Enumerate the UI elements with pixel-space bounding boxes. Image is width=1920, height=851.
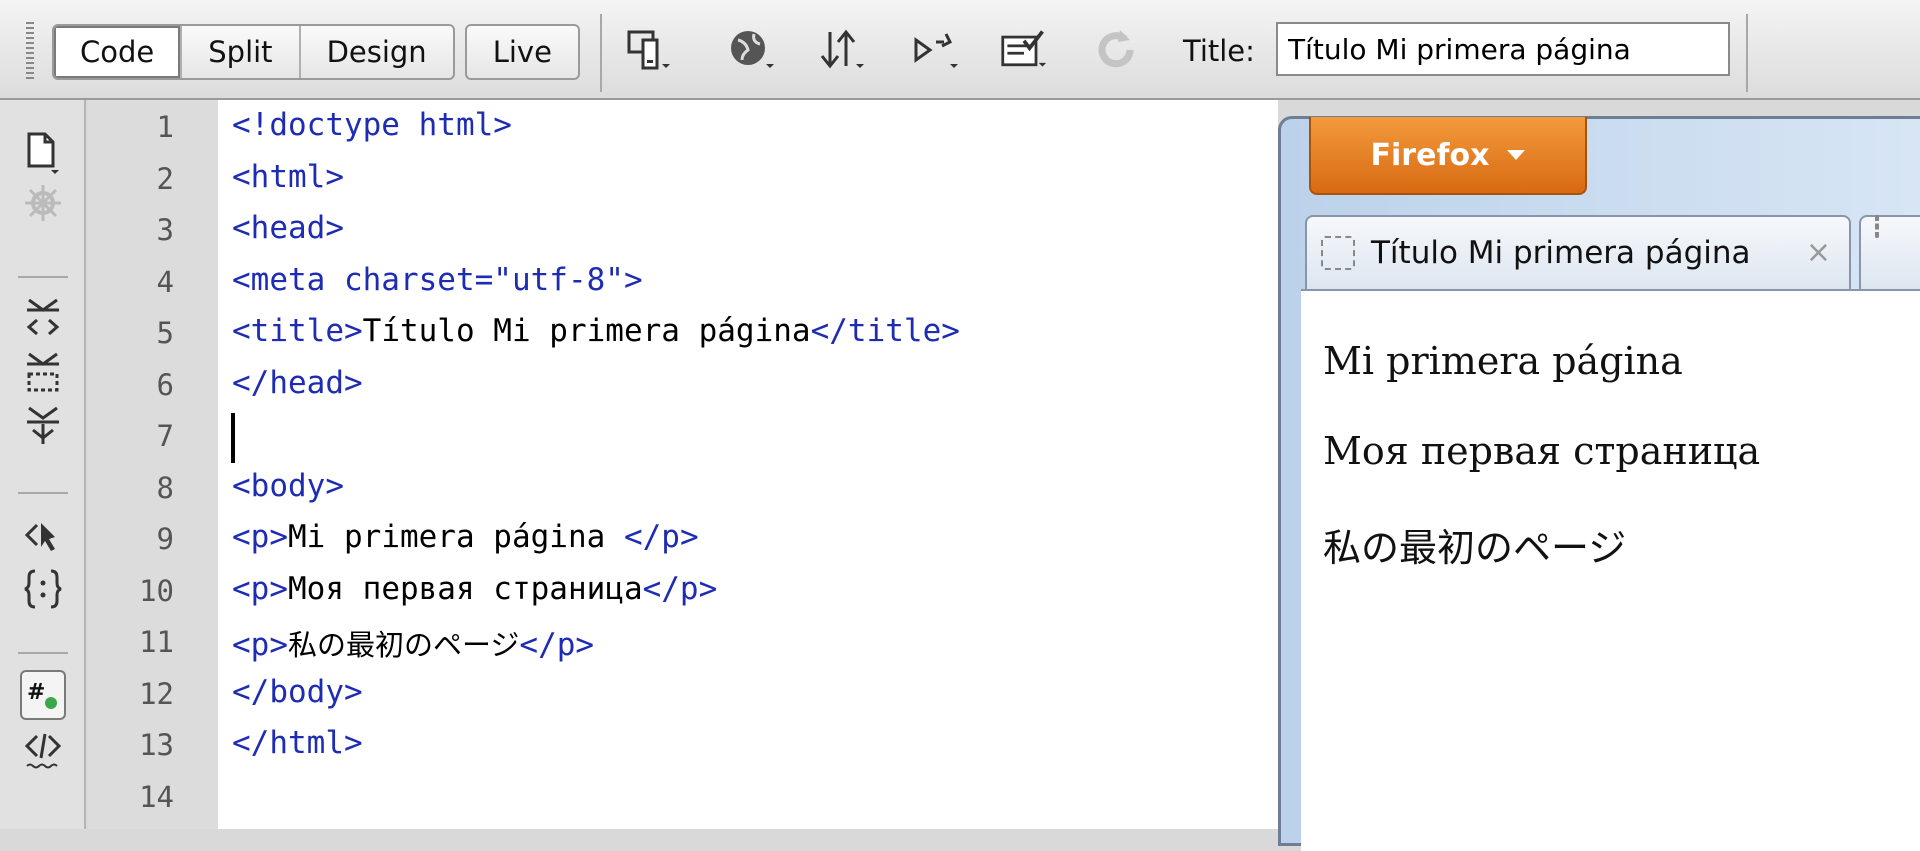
visual-aids-icon[interactable]	[912, 26, 960, 74]
view-mode-group: Code Split Design	[52, 24, 455, 80]
line-number: 11	[139, 625, 174, 659]
code-line: <meta charset="utf-8">	[232, 262, 643, 298]
line-number: 9	[156, 522, 174, 556]
line-number: 10	[139, 574, 174, 608]
code-line: </html>	[232, 725, 363, 761]
toolbar-separator	[600, 14, 602, 92]
code-line: <html>	[232, 159, 344, 195]
line-numbers-icon[interactable]: #	[20, 670, 66, 720]
document-title-input[interactable]	[1276, 22, 1730, 76]
toolbar-separator	[1746, 14, 1748, 92]
page-paragraph: Mi primera página	[1323, 339, 1683, 383]
line-number: 1	[156, 110, 174, 144]
page-favicon-icon	[1321, 236, 1355, 270]
collapse-selection-icon[interactable]	[20, 350, 66, 396]
firefox-menu-button[interactable]: Firefox	[1309, 117, 1587, 195]
check-page-icon[interactable]	[1000, 26, 1048, 74]
line-number-gutter: 1 2 3 4 5 6 7 8 9 10 11 12 13 14	[88, 100, 218, 829]
live-view-button[interactable]: Live	[467, 26, 578, 78]
live-view-group: Live	[464, 24, 580, 80]
page-favicon-icon	[1875, 215, 1879, 238]
coding-toolbar: #	[0, 100, 86, 829]
chevron-down-icon	[1507, 150, 1526, 160]
toolbar-grip[interactable]	[26, 22, 34, 80]
title-label: Title:	[1183, 34, 1255, 68]
select-parent-tag-icon[interactable]	[20, 512, 66, 558]
view-mode-buttons: Code Split Design Live	[52, 24, 580, 80]
split-view-button[interactable]: Split	[182, 26, 301, 78]
line-number: 4	[156, 265, 174, 299]
browser-page-content: Mi primera página Моя первая страница 私の…	[1301, 289, 1920, 851]
refresh-icon	[1092, 26, 1140, 74]
firefox-menu-label: Firefox	[1370, 137, 1490, 173]
browser-tab[interactable]: Título Mi primera página ×	[1305, 215, 1851, 289]
expand-all-icon[interactable]	[20, 404, 66, 450]
code-line: <head>	[232, 210, 344, 246]
document-toolbar: Code Split Design Live Title:	[0, 0, 1920, 100]
toolbar-separator	[18, 492, 68, 494]
line-number: 3	[156, 213, 174, 247]
page-paragraph: 私の最初のページ	[1323, 526, 1627, 570]
line-number: 2	[156, 162, 174, 196]
highlight-invalid-code-icon[interactable]	[20, 730, 66, 776]
balance-braces-icon[interactable]	[20, 566, 66, 612]
code-line: <p>Моя первая страница</p>	[232, 571, 718, 607]
toolbar-separator	[18, 276, 68, 278]
line-number: 5	[156, 316, 174, 350]
code-editor[interactable]: <!doctype html> <html> <head> <meta char…	[218, 100, 1278, 829]
code-line: <title>Título Mi primera página</title>	[232, 313, 960, 349]
code-line: <p>Mi primera página </p>	[232, 519, 699, 555]
text-cursor	[231, 413, 235, 463]
design-view-button[interactable]: Design	[301, 26, 453, 78]
code-line: </body>	[232, 674, 363, 710]
code-line: </head>	[232, 365, 363, 401]
browser-preview-icon[interactable]	[728, 26, 776, 74]
line-number: 14	[139, 780, 174, 814]
svg-text:#: #	[27, 680, 45, 705]
multiscreen-icon[interactable]	[626, 26, 674, 74]
collapse-tag-icon[interactable]	[20, 296, 66, 342]
line-number: 8	[156, 471, 174, 505]
toolbar-separator	[18, 652, 68, 654]
page-paragraph: Моя первая страница	[1323, 429, 1761, 473]
close-tab-icon[interactable]: ×	[1806, 235, 1831, 270]
code-line: <!doctype html>	[232, 107, 512, 143]
line-number: 13	[139, 728, 174, 762]
file-management-icon[interactable]	[818, 26, 866, 74]
line-number: 7	[156, 419, 174, 453]
line-number: 6	[156, 368, 174, 402]
line-number: 12	[139, 677, 174, 711]
browser-tab[interactable]	[1859, 215, 1920, 289]
code-line: <body>	[232, 468, 344, 504]
code-view-button[interactable]: Code	[54, 26, 183, 78]
code-line: <p>私の最初のページ</p>	[232, 627, 595, 663]
show-code-navigator-icon	[20, 180, 66, 226]
browser-preview-window: Firefox Título Mi primera página × Mi pr…	[1278, 116, 1920, 851]
open-documents-icon[interactable]	[20, 130, 66, 176]
browser-tab-title: Título Mi primera página	[1371, 235, 1751, 271]
